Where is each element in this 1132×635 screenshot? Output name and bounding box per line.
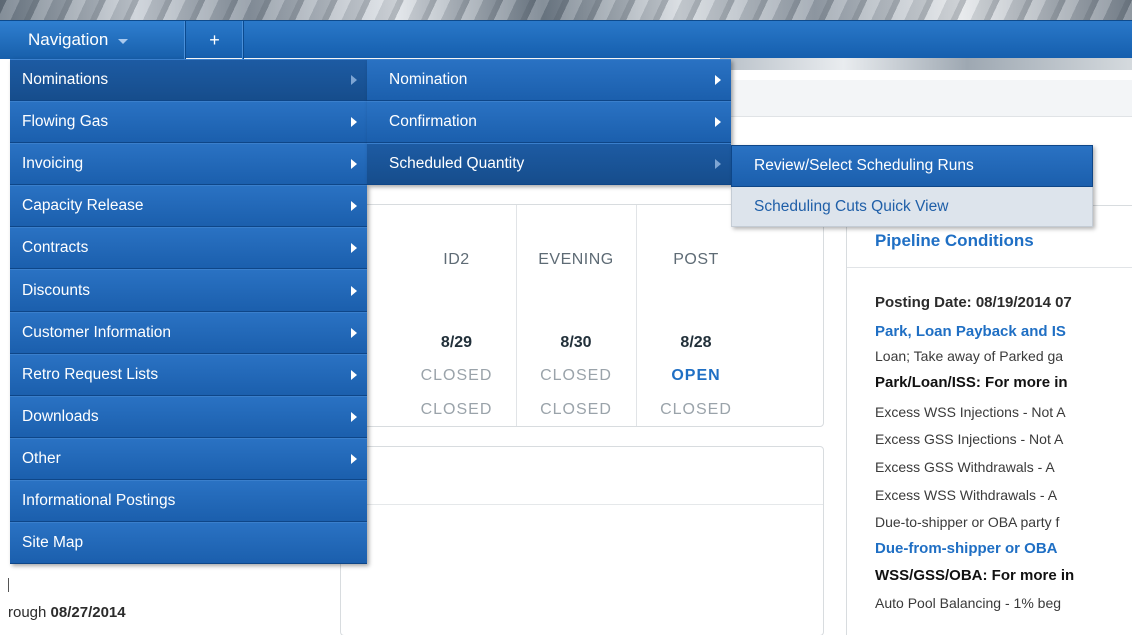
submenu-item-nomination[interactable]: Nomination	[367, 59, 731, 102]
menu-item-label: Customer Information	[22, 323, 172, 341]
cycle-column: EVENING 8/30 CLOSED CLOSED	[516, 205, 635, 426]
menu-item-downloads[interactable]: Downloads	[10, 395, 367, 438]
chevron-right-icon	[351, 453, 357, 464]
submenu-item-label: Scheduled Quantity	[389, 155, 525, 173]
pipeline-notice-link[interactable]: Due-from-shipper or OBA	[875, 540, 1058, 557]
pipeline-notice-text: Due-to-shipper or OBA party f	[875, 514, 1060, 530]
cycle-header: EVENING	[538, 251, 614, 268]
menu-item-discounts[interactable]: Discounts	[10, 269, 367, 312]
app-root: Navigation + ID2 8/29 CLOSED CLOSED EVEN…	[0, 0, 1132, 635]
menu-item-flowing-gas[interactable]: Flowing Gas	[10, 101, 367, 144]
secondary-panel-header	[341, 447, 823, 505]
chevron-right-icon	[715, 159, 721, 170]
menu-item-informational-postings[interactable]: Informational Postings	[10, 479, 367, 523]
menu-item-customer-information[interactable]: Customer Information	[10, 311, 367, 354]
chevron-right-icon	[351, 411, 357, 422]
chevron-right-icon	[351, 243, 357, 254]
pipeline-notice-text: Park/Loan/ISS: For more in	[875, 374, 1068, 391]
menu-item-label: Nominations	[22, 71, 109, 89]
menu-item-review-select-scheduling-runs[interactable]: Review/Select Scheduling Runs	[731, 145, 1093, 187]
pipeline-notice-text: Excess GSS Withdrawals - A	[875, 459, 1055, 475]
cycle-date: 8/28	[680, 334, 712, 351]
nominations-submenu: Nomination Confirmation Scheduled Quantity	[367, 59, 731, 186]
navigation-label: Navigation	[28, 30, 109, 49]
cycle-header: ID2	[443, 251, 470, 268]
pipeline-notice-text: Posting Date: 08/19/2014 07	[875, 294, 1072, 311]
menu-item-nominations[interactable]: Nominations	[10, 59, 367, 102]
menu-item-invoicing[interactable]: Invoicing	[10, 143, 367, 186]
chevron-right-icon	[351, 117, 357, 128]
chevron-right-icon	[351, 75, 357, 86]
pipeline-notice-text: Auto Pool Balancing - 1% beg	[875, 595, 1062, 611]
cycle-status-secondary: CLOSED	[420, 401, 493, 418]
pipeline-conditions-title[interactable]: Pipeline Conditions	[875, 231, 1034, 251]
menu-item-label: Invoicing	[22, 155, 84, 173]
menu-item-site-map[interactable]: Site Map	[10, 522, 367, 565]
date-range-end: 08/27/2014	[50, 604, 126, 621]
menu-item-label: Site Map	[22, 534, 84, 552]
pipeline-notice-text: Excess WSS Injections - Not A	[875, 404, 1066, 420]
pipeline-notice-text: Excess WSS Withdrawals - A	[875, 487, 1058, 503]
date-range-text: rough 08/27/2014	[8, 604, 126, 621]
scheduled-quantity-submenu: Review/Select Scheduling Runs Scheduling…	[731, 145, 1093, 227]
cycle-date: 8/30	[560, 334, 592, 351]
menu-item-contracts[interactable]: Contracts	[10, 227, 367, 270]
chevron-right-icon	[715, 75, 721, 86]
chevron-right-icon	[715, 117, 721, 128]
menu-item-scheduling-cuts-quick-view[interactable]: Scheduling Cuts Quick View	[731, 187, 1093, 227]
chevron-right-icon	[351, 327, 357, 338]
header-banner-image	[0, 0, 1132, 20]
menu-item-label: Capacity Release	[22, 197, 144, 215]
cycle-column: ID2 8/29 CLOSED CLOSED	[397, 205, 516, 426]
cycle-status: CLOSED	[420, 367, 493, 384]
menu-item-label: Other	[22, 449, 61, 467]
submenu-item-label: Confirmation	[389, 113, 477, 131]
submenu-item-label: Nomination	[389, 71, 468, 89]
cycle-status-secondary: CLOSED	[540, 401, 612, 418]
menu-item-label: Downloads	[22, 407, 99, 425]
menu-item-capacity-release[interactable]: Capacity Release	[10, 185, 367, 228]
chevron-right-icon	[351, 201, 357, 212]
cycle-column: POST 8/28 OPEN CLOSED	[636, 205, 755, 426]
chevron-right-icon	[351, 285, 357, 296]
menu-item-label: Flowing Gas	[22, 113, 109, 131]
cycle-status-open-link[interactable]: OPEN	[637, 367, 755, 385]
submenu-item-confirmation[interactable]: Confirmation	[367, 101, 731, 144]
add-tab-button[interactable]: +	[186, 21, 244, 59]
chevron-down-icon	[118, 38, 129, 44]
menu-item-label: Retro Request Lists	[22, 365, 159, 383]
text-cursor	[8, 578, 9, 592]
pipeline-notice-text: Excess GSS Injections - Not A	[875, 431, 1064, 447]
pipeline-notice-text: WSS/GSS/OBA: For more in	[875, 567, 1075, 584]
cycle-status-secondary: CLOSED	[660, 401, 732, 418]
pipeline-notice-link[interactable]: Park, Loan Payback and IS	[875, 323, 1066, 340]
cycle-status: CLOSED	[540, 367, 612, 384]
secondary-panel	[340, 446, 824, 635]
menu-item-label: Contracts	[22, 239, 89, 257]
chevron-right-icon	[351, 159, 357, 170]
menu-item-retro-request-lists[interactable]: Retro Request Lists	[10, 353, 367, 396]
navigation-dropdown-menu: Nominations Flowing Gas Invoicing Capacity …	[10, 59, 367, 565]
scheduling-cycles-panel: ID2 8/29 CLOSED CLOSED EVENING 8/30 CLOS…	[290, 204, 824, 427]
menu-item-label: Informational Postings	[22, 491, 176, 509]
menu-item-other[interactable]: Other	[10, 437, 367, 480]
top-navbar: Navigation +	[0, 20, 1132, 59]
pipeline-notice-text: Loan; Take away of Parked ga	[875, 348, 1064, 364]
cycle-header: POST	[673, 251, 719, 268]
chevron-right-icon	[351, 369, 357, 380]
menu-item-label: Discounts	[22, 281, 91, 299]
pipeline-conditions-panel: Pipeline Conditions Posting Date: 08/19/…	[846, 205, 1132, 635]
submenu-item-scheduled-quantity[interactable]: Scheduled Quantity	[367, 143, 731, 186]
navigation-menu-button[interactable]: Navigation	[0, 21, 186, 59]
cycle-date: 8/29	[440, 334, 473, 351]
date-range-prefix: rough	[8, 604, 51, 621]
header-banner-image-lower	[720, 58, 1132, 70]
